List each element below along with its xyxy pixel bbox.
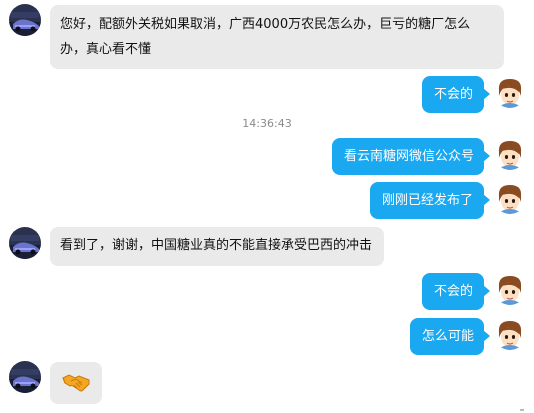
contact-avatar[interactable] (9, 361, 41, 393)
handshake-emoji-icon (62, 374, 90, 392)
message-timestamp: 14:36:43 (242, 117, 292, 130)
self-avatar[interactable] (494, 273, 526, 305)
contact-avatar[interactable] (9, 4, 41, 36)
outgoing-message[interactable]: 不会的 (422, 76, 490, 113)
outgoing-message[interactable]: 看云南糖网微信公众号 (332, 138, 490, 175)
self-avatar-image (494, 76, 526, 108)
self-avatar[interactable] (494, 76, 526, 108)
self-avatar-image (494, 273, 526, 305)
self-avatar-image (494, 182, 526, 214)
self-avatar[interactable] (494, 138, 526, 170)
outgoing-message[interactable]: 怎么可能 (410, 318, 490, 355)
outgoing-message[interactable]: 刚刚已经发布了 (370, 182, 490, 219)
incoming-message[interactable]: 您好，配额外关税如果取消，广西4000万农民怎么办，巨亏的糖厂怎么办，真心看不懂 (50, 5, 504, 69)
self-avatar-image (494, 138, 526, 170)
contact-avatar-image (9, 227, 41, 259)
self-avatar[interactable] (494, 318, 526, 350)
incoming-message[interactable]: 看到了，谢谢，中国糖业真的不能直接承受巴西的冲击 (50, 227, 384, 266)
self-avatar-image (494, 318, 526, 350)
contact-avatar-image (9, 4, 41, 36)
self-avatar[interactable] (494, 182, 526, 214)
contact-avatar[interactable] (9, 227, 41, 259)
scroll-indicator[interactable] (520, 409, 524, 411)
chat-window: 您好，配额外关税如果取消，广西4000万农民怎么办，巨亏的糖厂怎么办，真心看不懂… (0, 0, 534, 413)
contact-avatar-image (9, 361, 41, 393)
outgoing-message[interactable]: 不会的 (422, 273, 490, 310)
incoming-emoji-message[interactable] (50, 362, 102, 404)
